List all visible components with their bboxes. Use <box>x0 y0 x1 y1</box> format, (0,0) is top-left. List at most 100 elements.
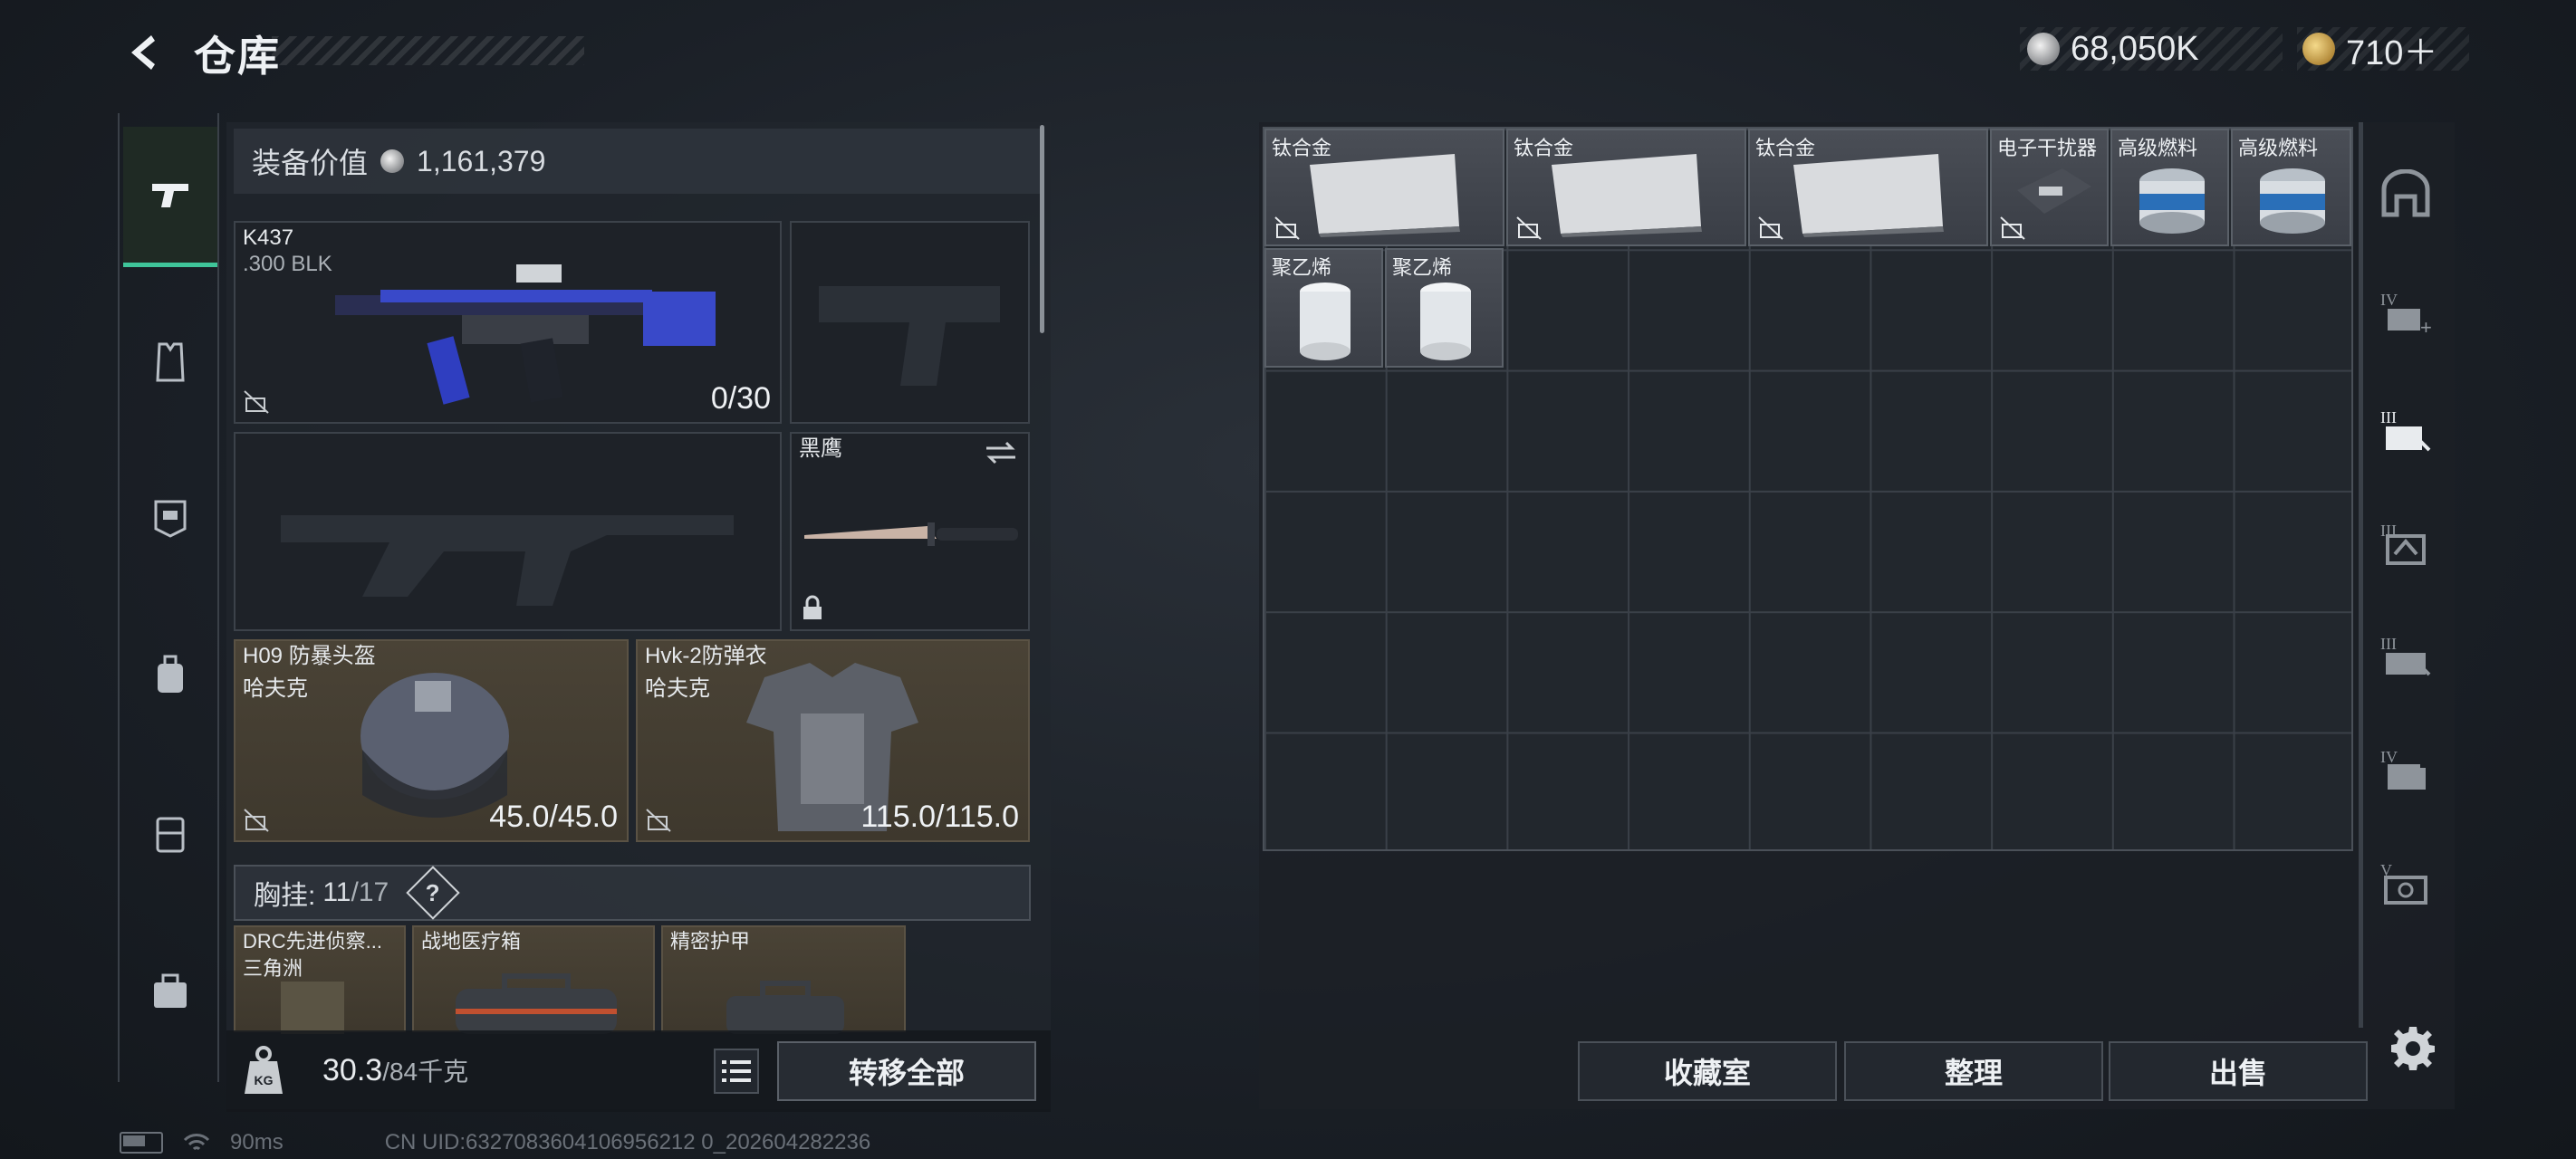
weapon-ammo: 0/30 <box>710 381 771 416</box>
category-backpack[interactable] <box>123 629 217 720</box>
weight-current: 30.3 <box>322 1053 383 1087</box>
sell-button[interactable]: 出售 <box>2109 1041 2368 1101</box>
storage-tab-active[interactable]: III <box>2362 385 2449 475</box>
rifle-silhouette-icon <box>281 515 734 606</box>
rig-item-slot[interactable]: DRC先进侦察... 三角洲 <box>234 925 406 1034</box>
secondary-weapon-slot[interactable] <box>234 432 782 631</box>
fuel-can-image <box>2139 168 2205 234</box>
titanium-plate-image <box>1310 154 1460 237</box>
backpack-icon <box>158 655 183 693</box>
category-case[interactable] <box>123 788 217 878</box>
storage-tab[interactable]: III <box>2362 611 2449 702</box>
item-label: 高级燃料 <box>2238 137 2319 159</box>
settings-button[interactable] <box>2386 1021 2440 1076</box>
category-weapons[interactable] <box>123 127 217 267</box>
fuel-can-image <box>2260 168 2325 234</box>
unlocked-icon <box>646 809 671 832</box>
status-bar: 90ms CN UID:6327083604106956212 0_202604… <box>120 1130 870 1155</box>
primary-weapon-slot[interactable]: K437 .300 BLK 0/30 <box>234 221 782 424</box>
titanium-plate-image <box>1552 154 1702 237</box>
helmet-brand: 哈夫克 <box>243 676 308 701</box>
storage-item[interactable]: 高级燃料 <box>2231 129 2351 246</box>
warehouse-icon <box>2381 169 2430 217</box>
armor-icon <box>154 500 187 538</box>
unlocked-icon <box>244 390 269 414</box>
storage-tab[interactable]: V <box>2362 838 2449 928</box>
vest-icon <box>156 342 185 382</box>
chest-rig-row: 胸挂: 11/17 ? <box>234 865 1031 921</box>
storage-tab[interactable]: III <box>2362 498 2449 589</box>
svg-text:KG: KG <box>255 1073 274 1087</box>
weight-icon: KG <box>245 1046 283 1094</box>
rig-item-slot[interactable]: 精密护甲 <box>661 925 906 1034</box>
category-vest[interactable] <box>123 317 217 407</box>
silver-coin-icon <box>380 149 405 173</box>
back-button[interactable] <box>118 25 172 80</box>
storage-tab-all[interactable] <box>2362 149 2449 240</box>
equipment-scrollbar[interactable] <box>1040 125 1044 333</box>
transfer-all-button[interactable]: 转移全部 <box>777 1041 1036 1101</box>
equipment-category-rail <box>118 113 219 1082</box>
storage-item[interactable]: 电子干扰器 <box>1990 129 2109 246</box>
tier4-box-icon: IV <box>2380 748 2426 790</box>
storage-item[interactable]: 高级燃料 <box>2110 129 2229 246</box>
storage-item[interactable]: 钛合金 <box>1506 129 1746 246</box>
list-icon <box>722 1060 751 1082</box>
melee-slot[interactable]: 黑鹰 <box>790 432 1030 631</box>
uid-readout: CN UID:6327083604106956212 0_20260428223… <box>384 1130 871 1154</box>
chest-rig-used: 11 <box>322 877 351 907</box>
collection-room-button[interactable]: 收藏室 <box>1578 1041 1837 1101</box>
gold-currency[interactable]: 710＋ <box>2297 27 2469 72</box>
melee-name: 黑鹰 <box>799 436 842 461</box>
help-icon: ? <box>426 878 441 906</box>
helmet-slot[interactable]: H09 防暴头盔 哈夫克 45.0/45.0 <box>234 639 629 842</box>
organize-button[interactable]: 整理 <box>1844 1041 2103 1101</box>
device-image <box>281 982 344 1034</box>
weight-readout: 30.3/84千克 <box>322 1052 468 1088</box>
storage-item[interactable]: 聚乙烯 <box>1385 248 1504 368</box>
unlocked-icon <box>244 809 269 832</box>
equipment-value-label: 装备价值 <box>252 147 369 179</box>
chest-rig-label: 胸挂: <box>254 881 316 911</box>
storage-tab[interactable]: IV + <box>2362 267 2449 358</box>
item-label: 高级燃料 <box>2118 137 2198 159</box>
body-armor-slot[interactable]: Hvk-2防弹衣 哈夫克 115.0/115.0 <box>636 639 1030 842</box>
unlocked-icon <box>1758 216 1783 240</box>
tier5-safe-icon: V <box>2380 861 2427 905</box>
rig-item-name: 战地医疗箱 <box>421 930 522 953</box>
helmet-durability: 45.0/45.0 <box>489 800 618 834</box>
back-arrow-icon <box>131 35 155 70</box>
rig-item-slot[interactable]: 战地医疗箱 <box>412 925 655 1034</box>
pistol-slot[interactable] <box>790 221 1030 424</box>
gold-coin-icon <box>2302 33 2335 65</box>
tier4-expand-icon: IV + <box>2380 291 2432 338</box>
armor-durability: 115.0/115.0 <box>860 800 1019 834</box>
svg-text:IV: IV <box>2380 291 2398 309</box>
item-label: 聚乙烯 <box>1272 256 1332 279</box>
silver-amount: 68,050K <box>2071 29 2199 68</box>
page-title: 仓库 <box>194 33 281 80</box>
container-icon <box>156 817 185 853</box>
title-decoration <box>272 36 584 65</box>
storage-tab[interactable]: IV <box>2362 724 2449 815</box>
list-view-button[interactable] <box>714 1049 759 1094</box>
unlocked-icon <box>2000 216 2025 240</box>
lock-icon <box>803 595 822 619</box>
silver-coin-icon <box>2027 33 2060 65</box>
storage-item[interactable]: 钛合金 <box>1748 129 1988 246</box>
weapon-caliber: .300 BLK <box>243 252 332 276</box>
storage-item[interactable]: 钛合金 <box>1264 129 1504 246</box>
gear-icon <box>2391 1027 2435 1070</box>
tier3-shelf-icon: III <box>2380 635 2431 676</box>
ping-readout: 90ms <box>230 1130 284 1154</box>
medkit-image <box>456 973 617 1034</box>
rifle-image <box>335 264 716 405</box>
help-button[interactable]: ? <box>406 866 460 920</box>
item-label: 电子干扰器 <box>1997 137 2098 159</box>
storage-item[interactable]: 聚乙烯 <box>1264 248 1383 368</box>
svg-text:III: III <box>2380 408 2397 426</box>
category-toolbox[interactable] <box>123 946 217 1037</box>
tier3-box-icon: III <box>2380 522 2426 565</box>
category-armor[interactable] <box>123 471 217 561</box>
swap-icon[interactable] <box>983 439 1019 466</box>
